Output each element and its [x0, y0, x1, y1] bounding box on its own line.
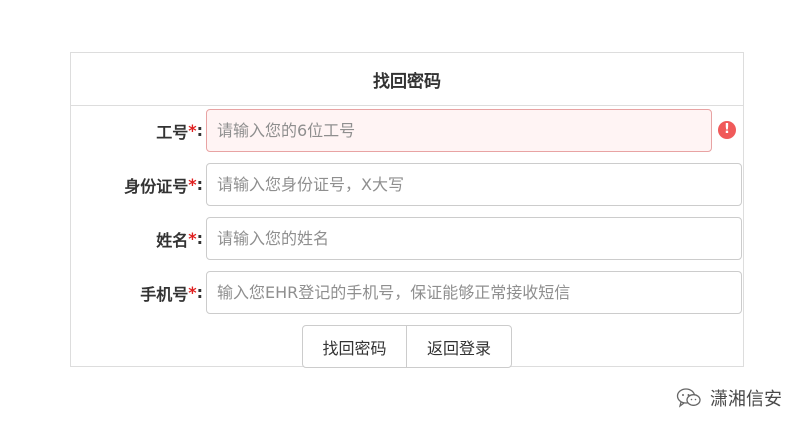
field-row-name: 姓名 *: — [71, 217, 771, 260]
required-mark: * — [188, 283, 197, 302]
phone-input[interactable] — [206, 271, 742, 314]
recover-password-panel: 找回密码 工号*: ! 身份证号*: 姓名*: 手机号*: 找回密码 返回登录 — [70, 52, 744, 368]
field-row-phone: 手机号 *: — [71, 271, 771, 314]
watermark-text: 潇湘信安 — [710, 389, 782, 410]
id-number-input[interactable] — [206, 163, 742, 206]
name-label: 姓名 *: — [156, 229, 203, 250]
required-mark: * — [188, 121, 197, 140]
panel-title: 找回密码 — [71, 53, 743, 106]
error-icon: ! — [718, 121, 736, 139]
name-input[interactable] — [206, 217, 742, 260]
watermark: 潇湘信安 — [676, 385, 782, 411]
employee-id-input[interactable] — [206, 109, 712, 152]
required-mark: * — [188, 175, 197, 194]
required-mark: * — [188, 229, 197, 248]
phone-label: 手机号 *: — [140, 283, 203, 304]
back-to-login-button[interactable]: 返回登录 — [406, 325, 512, 368]
employee-id-label: 工号 *: — [156, 121, 203, 142]
field-row-id-number: 身份证号 *: — [71, 163, 771, 206]
button-group: 找回密码 返回登录 — [302, 325, 512, 368]
id-number-label: 身份证号 *: — [124, 175, 203, 196]
recover-password-button[interactable]: 找回密码 — [302, 325, 407, 368]
wechat-icon — [676, 388, 701, 408]
field-row-employee-id: 工号*: ! — [71, 109, 771, 152]
